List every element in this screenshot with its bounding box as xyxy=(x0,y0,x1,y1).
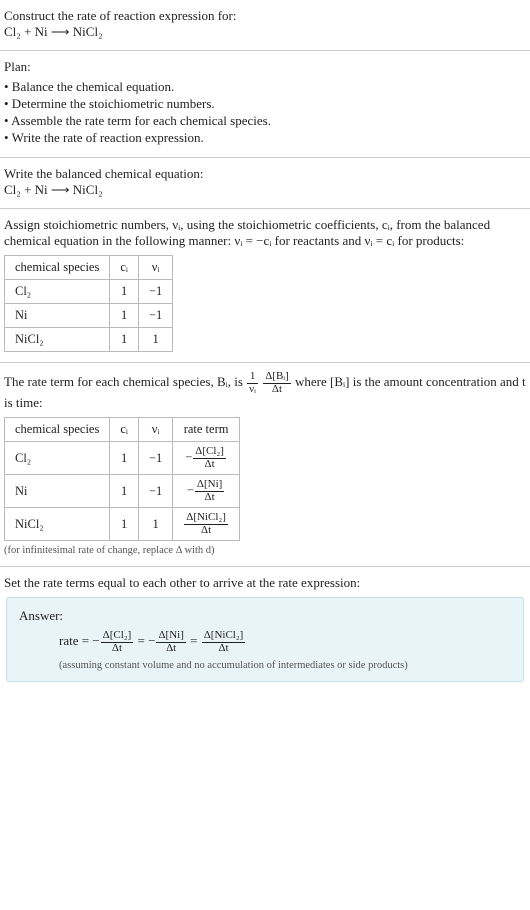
rate-term-section: The rate term for each chemical species,… xyxy=(0,363,530,567)
stoich-table: chemical species cᵢ νᵢ Cl₂ 1 −1 Ni 1 −1 … xyxy=(4,255,173,352)
plan-section: Plan: • Balance the chemical equation. •… xyxy=(0,51,530,158)
table-row: NiCl₂ 1 1 xyxy=(5,328,173,352)
stoich-intro: Assign stoichiometric numbers, νᵢ, using… xyxy=(4,217,526,249)
table-row: Ni 1 −1 −Δ[Ni]Δt xyxy=(5,475,240,508)
plan-item: • Write the rate of reaction expression. xyxy=(4,130,526,146)
cell-ci: 1 xyxy=(110,304,139,328)
cell-species: Cl₂ xyxy=(5,280,110,304)
balanced-intro: Write the balanced chemical equation: xyxy=(4,166,526,182)
answer-label: Answer: xyxy=(19,608,511,624)
cell-vi: 1 xyxy=(138,328,172,352)
rate-term-note: (for infinitesimal rate of change, repla… xyxy=(4,545,526,556)
cell-species: Ni xyxy=(5,304,110,328)
col-ci: cᵢ xyxy=(110,418,139,442)
table-row: Cl₂ 1 −1 −Δ[Cl₂]Δt xyxy=(5,442,240,475)
rate-frac-nicl2: Δ[NiCl₂]Δt xyxy=(202,630,246,654)
answer-note: (assuming constant volume and no accumul… xyxy=(59,660,511,671)
stoich-section: Assign stoichiometric numbers, νᵢ, using… xyxy=(0,209,530,363)
cell-ci: 1 xyxy=(110,442,139,475)
prompt-equation: Cl₂ + Ni ⟶ NiCl₂ xyxy=(4,24,526,40)
plan-title: Plan: xyxy=(4,59,526,75)
cell-ci: 1 xyxy=(110,475,139,508)
cell-rate-term: −Δ[Cl₂]Δt xyxy=(173,442,240,475)
plan-item: • Assemble the rate term for each chemic… xyxy=(4,113,526,129)
cell-vi: −1 xyxy=(138,442,172,475)
col-vi: νᵢ xyxy=(138,256,172,280)
rate-term-intro-a: The rate term for each chemical species,… xyxy=(4,374,246,389)
rate-expression: rate = −Δ[Cl₂]Δt = −Δ[Ni]Δt = Δ[NiCl₂]Δt xyxy=(59,630,511,654)
rate-term-table: chemical species cᵢ νᵢ rate term Cl₂ 1 −… xyxy=(4,417,240,541)
table-row: NiCl₂ 1 1 Δ[NiCl₂]Δt xyxy=(5,508,240,541)
rate-label: rate = xyxy=(59,633,92,648)
col-vi: νᵢ xyxy=(138,418,172,442)
final-intro: Set the rate terms equal to each other t… xyxy=(4,575,526,591)
col-ci: cᵢ xyxy=(110,256,139,280)
plan-item: • Balance the chemical equation. xyxy=(4,79,526,95)
cell-vi: 1 xyxy=(138,508,172,541)
cell-species: Cl₂ xyxy=(5,442,110,475)
cell-vi: −1 xyxy=(138,475,172,508)
plan-list: • Balance the chemical equation. • Deter… xyxy=(4,79,526,146)
table-row: Ni 1 −1 xyxy=(5,304,173,328)
cell-rate-term: Δ[NiCl₂]Δt xyxy=(173,508,240,541)
cell-species: NiCl₂ xyxy=(5,328,110,352)
table-row: Cl₂ 1 −1 xyxy=(5,280,173,304)
rate-frac-cl2: Δ[Cl₂]Δt xyxy=(101,630,134,654)
rate-term-frac-dconc: Δ[Bᵢ]Δt xyxy=(263,371,291,395)
cell-species: Ni xyxy=(5,475,110,508)
rate-term-intro: The rate term for each chemical species,… xyxy=(4,371,526,411)
cell-rate-term: −Δ[Ni]Δt xyxy=(173,475,240,508)
table-header-row: chemical species cᵢ νᵢ rate term xyxy=(5,418,240,442)
cell-species: NiCl₂ xyxy=(5,508,110,541)
cell-vi: −1 xyxy=(138,280,172,304)
balanced-equation: Cl₂ + Ni ⟶ NiCl₂ xyxy=(4,182,526,198)
cell-vi: −1 xyxy=(138,304,172,328)
col-rate-term: rate term xyxy=(173,418,240,442)
cell-ci: 1 xyxy=(110,280,139,304)
rate-frac-ni: Δ[Ni]Δt xyxy=(156,630,185,654)
balanced-section: Write the balanced chemical equation: Cl… xyxy=(0,158,530,209)
prompt-section: Construct the rate of reaction expressio… xyxy=(0,0,530,51)
final-section: Set the rate terms equal to each other t… xyxy=(0,567,530,696)
col-species: chemical species xyxy=(5,418,110,442)
plan-item: • Determine the stoichiometric numbers. xyxy=(4,96,526,112)
prompt-text: Construct the rate of reaction expressio… xyxy=(4,8,526,24)
answer-box: Answer: rate = −Δ[Cl₂]Δt = −Δ[Ni]Δt = Δ[… xyxy=(6,597,524,682)
cell-ci: 1 xyxy=(110,328,139,352)
cell-ci: 1 xyxy=(110,508,139,541)
rate-term-frac-coef: 1νᵢ xyxy=(247,371,258,395)
table-header-row: chemical species cᵢ νᵢ xyxy=(5,256,173,280)
col-species: chemical species xyxy=(5,256,110,280)
